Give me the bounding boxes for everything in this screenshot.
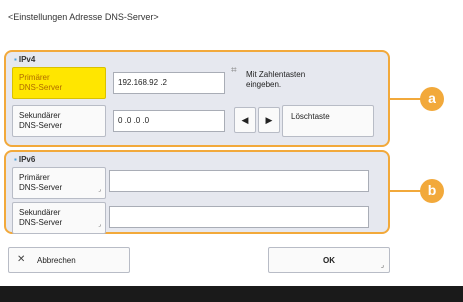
callout-a-connector — [390, 98, 422, 100]
ipv4-secondary-dns-input[interactable]: 0 .0 .0 .0 — [113, 110, 225, 132]
ipv4-secondary-label-line1: Sekundärer — [19, 111, 61, 120]
ok-button[interactable]: OK ⌟ — [268, 247, 390, 273]
close-icon: ✕ — [17, 254, 26, 265]
numeric-keypad-icon: ⌗ — [231, 65, 237, 76]
cursor-right-button[interactable]: ▶ — [258, 107, 280, 133]
ipv6-primary-label-line2: DNS-Server — [19, 183, 63, 192]
ipv6-group-label: ▪ IPv6 — [14, 155, 35, 164]
ipv6-primary-dns-button[interactable]: Primärer DNS-Server ⌟ — [12, 167, 106, 199]
bullet-icon: ▪ — [14, 55, 17, 64]
callout-b-connector — [390, 190, 422, 192]
backspace-button[interactable]: Löschtaste — [282, 105, 374, 137]
cursor-left-button[interactable]: ◀ — [234, 107, 256, 133]
ipv6-group: ▪ IPv6 Primärer DNS-Server ⌟ Sekundärer D… — [4, 150, 390, 234]
ipv4-group: ▪ IPv4 Primärer DNS-Server 192.168.92 .2 … — [4, 50, 390, 147]
ipv4-primary-label-line1: Primärer — [19, 73, 50, 82]
ipv6-secondary-dns-input[interactable] — [109, 206, 369, 228]
ipv4-primary-dns-button[interactable]: Primärer DNS-Server — [12, 67, 106, 99]
screen-title: <Einstellungen Adresse DNS-Server> — [8, 12, 159, 22]
ipv6-secondary-label-line2: DNS-Server — [19, 218, 63, 227]
hint-line1: Mit Zahlentasten — [246, 70, 306, 79]
ipv6-primary-dns-input[interactable] — [109, 170, 369, 192]
ok-button-label: OK — [323, 256, 335, 265]
ipv4-label-text: IPv4 — [18, 55, 36, 64]
ipv4-primary-dns-input[interactable]: 192.168.92 .2 — [113, 72, 225, 94]
bullet-icon: ▪ — [14, 155, 17, 164]
cancel-button[interactable]: ✕ Abbrechen — [8, 247, 130, 273]
ipv4-group-label: ▪ IPv4 — [14, 55, 35, 64]
ipv4-secondary-label-line2: DNS-Server — [19, 121, 63, 130]
ipv6-label-text: IPv6 — [18, 155, 36, 164]
corner-caret-icon: ⌟ — [98, 187, 101, 193]
hint-line2: eingeben. — [246, 80, 282, 89]
ipv6-primary-label-line1: Primärer — [19, 173, 50, 182]
callout-b-badge: b — [420, 179, 444, 203]
bottom-bar — [0, 286, 463, 302]
ipv6-secondary-label-line1: Sekundärer — [19, 208, 61, 217]
corner-caret-icon: ⌟ — [98, 222, 101, 228]
ipv6-secondary-dns-button[interactable]: Sekundärer DNS-Server ⌟ — [12, 202, 106, 234]
ipv4-primary-label-line2: DNS-Server — [19, 83, 63, 92]
arrow-left-icon: ◀ — [241, 115, 249, 125]
corner-caret-icon: ⌟ — [380, 262, 384, 269]
cancel-button-label: Abbrechen — [37, 256, 76, 265]
arrow-right-icon: ▶ — [265, 115, 273, 125]
ipv4-secondary-dns-button[interactable]: Sekundärer DNS-Server — [12, 105, 106, 137]
callout-a-badge: a — [420, 87, 444, 111]
